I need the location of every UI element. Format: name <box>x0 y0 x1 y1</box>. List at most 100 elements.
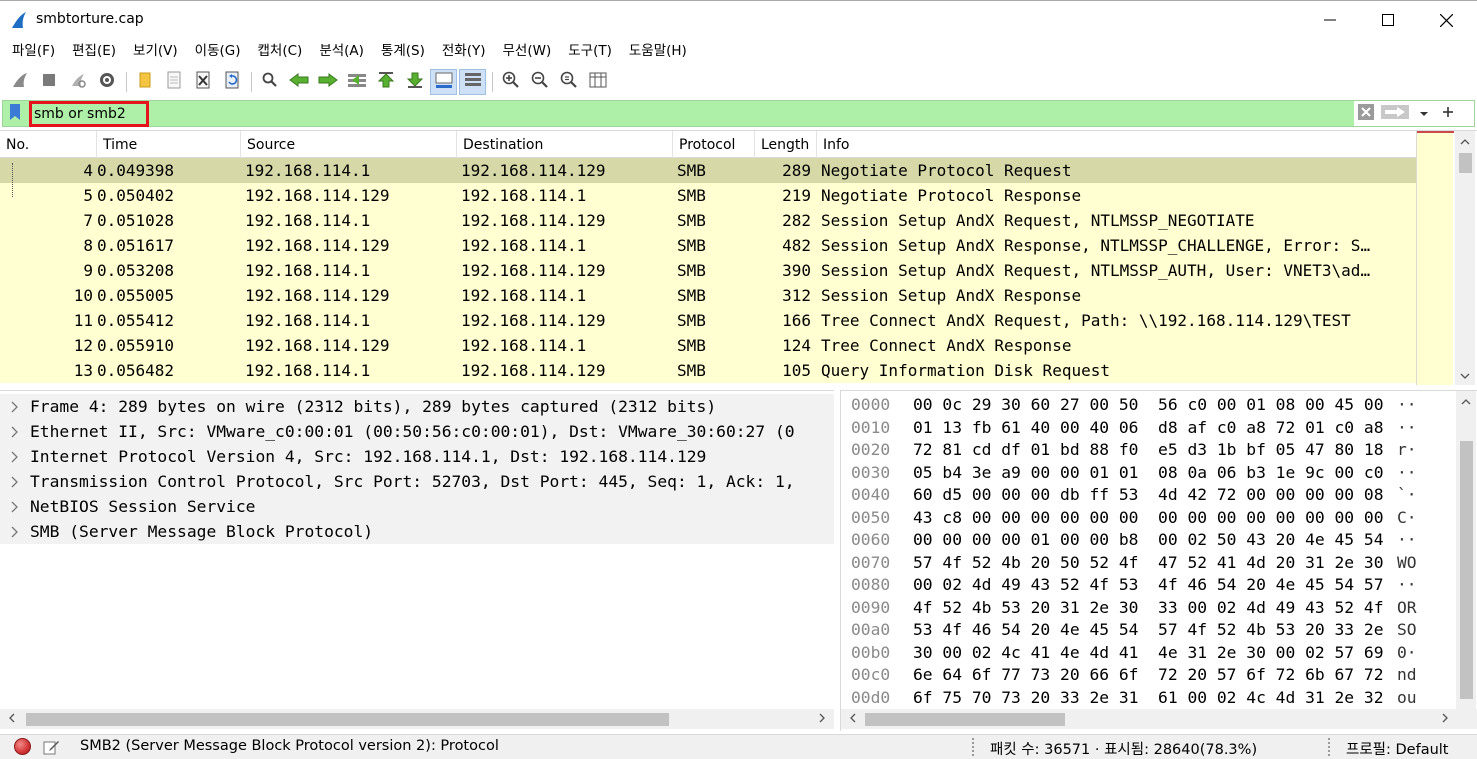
packet-row[interactable]: 5 0.050402 192.168.114.129 192.168.114.1 SMB… <box>0 183 1416 208</box>
packet-row[interactable]: 13 0.056482 192.168.114.1 192.168.114.129 SM… <box>0 358 1416 383</box>
packet-row[interactable]: 7 0.051028 192.168.114.1 192.168.114.129 SMB… <box>0 208 1416 233</box>
minimize-button[interactable] <box>1301 1 1359 39</box>
column-header-length[interactable]: Length <box>755 131 817 158</box>
hex-dump-row[interactable]: 0060 00 00 00 00 01 00 00 b8 00 02 50 43 … <box>841 530 1456 553</box>
scroll-right-button[interactable] <box>1435 709 1455 729</box>
hex-dump-row[interactable]: 00d0 6f 75 70 73 20 33 2e 31 61 00 02 4c … <box>841 688 1456 710</box>
hex-dump-row[interactable]: 0070 57 4f 52 4b 20 50 52 4f 47 52 41 4d … <box>841 553 1456 576</box>
scroll-right-button[interactable] <box>812 709 832 729</box>
packet-row[interactable]: 10 0.055005 192.168.114.129 192.168.114.1 SM… <box>0 283 1416 308</box>
packet-row[interactable]: 11 0.055412 192.168.114.1 192.168.114.129 SM… <box>0 308 1416 333</box>
zoom-in-button[interactable] <box>497 69 524 95</box>
go-to-packet-button[interactable] <box>343 69 370 95</box>
menu-help[interactable]: 도움말(H) <box>621 38 695 64</box>
expand-chevron-icon[interactable] <box>0 451 30 463</box>
start-capture-button[interactable] <box>6 69 33 95</box>
column-header-source[interactable]: Source <box>241 131 457 158</box>
packet-list-vscroll[interactable] <box>1455 131 1475 385</box>
packet-row[interactable]: 9 0.053208 192.168.114.1 192.168.114.129 SMB… <box>0 258 1416 283</box>
column-header-info[interactable]: Info <box>817 131 1416 158</box>
go-first-packet-button[interactable] <box>372 69 399 95</box>
hex-dump-row[interactable]: 0040 60 d5 00 00 00 db ff 53 4d 42 72 00 … <box>841 485 1456 508</box>
packet-row[interactable]: 8 0.051617 192.168.114.129 192.168.114.1 SMB… <box>0 233 1416 258</box>
expand-chevron-icon[interactable] <box>0 501 30 513</box>
column-header-protocol[interactable]: Protocol <box>673 131 755 158</box>
capture-comment-button[interactable] <box>42 738 60 756</box>
detail-tree-item[interactable]: Ethernet II, Src: VMware_c0:00:01 (00:50… <box>0 419 834 444</box>
close-file-button[interactable] <box>189 69 216 95</box>
scroll-thumb[interactable] <box>1459 153 1472 173</box>
scroll-left-button[interactable] <box>843 709 863 729</box>
menu-edit[interactable]: 편집(E) <box>64 38 124 64</box>
status-profile[interactable]: 프로필: Default <box>1346 738 1449 759</box>
detail-tree-item[interactable]: Internet Protocol Version 4, Src: 192.16… <box>0 444 834 469</box>
go-last-packet-button[interactable] <box>401 69 428 95</box>
bytes-hscroll[interactable] <box>841 709 1477 729</box>
detail-tree-item[interactable]: Transmission Control Protocol, Src Port:… <box>0 469 834 494</box>
restart-capture-button[interactable] <box>64 69 91 95</box>
scroll-left-button[interactable] <box>2 709 22 729</box>
normal-size-button[interactable] <box>555 69 582 95</box>
menu-tools[interactable]: 도구(T) <box>560 38 620 64</box>
menu-statistics[interactable]: 통계(S) <box>373 38 433 64</box>
expand-chevron-icon[interactable] <box>0 526 30 538</box>
menu-telephony[interactable]: 전화(Y) <box>434 38 494 64</box>
packet-row[interactable]: 12 0.055910 192.168.114.129 192.168.114.1 SM… <box>0 333 1416 358</box>
stop-capture-button[interactable] <box>35 69 62 95</box>
autoscroll-button[interactable] <box>430 69 457 95</box>
capture-options-button[interactable] <box>93 69 120 95</box>
scroll-thumb[interactable] <box>26 713 669 726</box>
scroll-thumb[interactable] <box>1460 441 1473 699</box>
hex-dump-row[interactable]: 00b0 30 00 02 4c 41 4e 4d 41 4e 31 2e 30 … <box>841 643 1456 666</box>
apply-filter-button[interactable] <box>1378 101 1412 126</box>
scroll-thumb[interactable] <box>865 713 1065 726</box>
hex-dump-row[interactable]: 00c0 6e 64 6f 77 73 20 66 6f 72 20 57 6f … <box>841 665 1456 688</box>
column-header-no[interactable]: No. <box>0 131 97 158</box>
resize-columns-button[interactable] <box>584 69 611 95</box>
scroll-down-button[interactable] <box>1455 365 1475 385</box>
display-filter-input[interactable] <box>29 101 149 127</box>
expand-chevron-icon[interactable] <box>0 426 30 438</box>
colorize-button[interactable] <box>459 69 486 95</box>
expand-chevron-icon[interactable] <box>0 476 30 488</box>
menu-view[interactable]: 보기(V) <box>125 38 186 64</box>
detail-tree-item[interactable]: Frame 4: 289 bytes on wire (2312 bits), … <box>0 394 834 419</box>
packet-intelligent-scrollbar[interactable] <box>1416 131 1454 385</box>
go-forward-button[interactable] <box>314 69 341 95</box>
add-filter-button[interactable] <box>1436 101 1460 126</box>
hex-dump-row[interactable]: 0080 00 02 4d 49 43 52 4f 53 4f 46 54 20 … <box>841 575 1456 598</box>
hex-dump-row[interactable]: 00a0 53 4f 46 54 20 4e 45 54 57 4f 52 4b … <box>841 620 1456 643</box>
filter-bookmark-button[interactable] <box>6 103 24 124</box>
hex-dump-row[interactable]: 0050 43 c8 00 00 00 00 00 00 00 00 00 00 … <box>841 508 1456 531</box>
detail-tree-item[interactable]: SMB (Server Message Block Protocol) <box>0 519 834 544</box>
find-packet-button[interactable] <box>256 69 283 95</box>
details-hscroll[interactable] <box>0 709 834 729</box>
expert-info-indicator-icon[interactable] <box>14 738 31 755</box>
go-back-button[interactable] <box>285 69 312 95</box>
hex-dump-row[interactable]: 0020 72 81 cd df 01 bd 88 f0 e5 d3 1b bf … <box>841 440 1456 463</box>
zoom-out-button[interactable] <box>526 69 553 95</box>
scroll-up-button[interactable] <box>1455 131 1475 151</box>
packet-row[interactable]: 4 0.049398 192.168.114.1 192.168.114.129 SMB… <box>0 158 1416 183</box>
close-button[interactable] <box>1417 1 1475 39</box>
maximize-button[interactable] <box>1359 1 1417 39</box>
recent-filters-dropdown[interactable] <box>1412 101 1436 126</box>
expand-chevron-icon[interactable] <box>0 401 30 413</box>
bytes-vscroll[interactable] <box>1456 391 1476 709</box>
menu-capture[interactable]: 캡처(C) <box>250 38 311 64</box>
save-file-button[interactable] <box>160 69 187 95</box>
hex-dump-row[interactable]: 0000 00 0c 29 30 60 27 00 50 56 c0 00 01 … <box>841 395 1456 418</box>
menu-wireless[interactable]: 무선(W) <box>495 38 560 64</box>
menu-go[interactable]: 이동(G) <box>187 38 249 64</box>
reload-file-button[interactable] <box>218 69 245 95</box>
menu-file[interactable]: 파일(F) <box>4 38 63 64</box>
menu-analyze[interactable]: 분석(A) <box>311 38 372 64</box>
hex-dump-row[interactable]: 0030 05 b4 3e a9 00 00 01 01 08 0a 06 b3 … <box>841 463 1456 486</box>
detail-tree-item[interactable]: NetBIOS Session Service <box>0 494 834 519</box>
hex-dump-row[interactable]: 0010 01 13 fb 61 40 00 40 06 d8 af c0 a8 … <box>841 418 1456 441</box>
scroll-up-button[interactable] <box>1456 391 1476 411</box>
column-header-time[interactable]: Time <box>97 131 241 158</box>
hex-dump-row[interactable]: 0090 4f 52 4b 53 20 31 2e 30 33 00 02 4d … <box>841 598 1456 621</box>
open-file-button[interactable] <box>131 69 158 95</box>
column-header-destination[interactable]: Destination <box>457 131 673 158</box>
